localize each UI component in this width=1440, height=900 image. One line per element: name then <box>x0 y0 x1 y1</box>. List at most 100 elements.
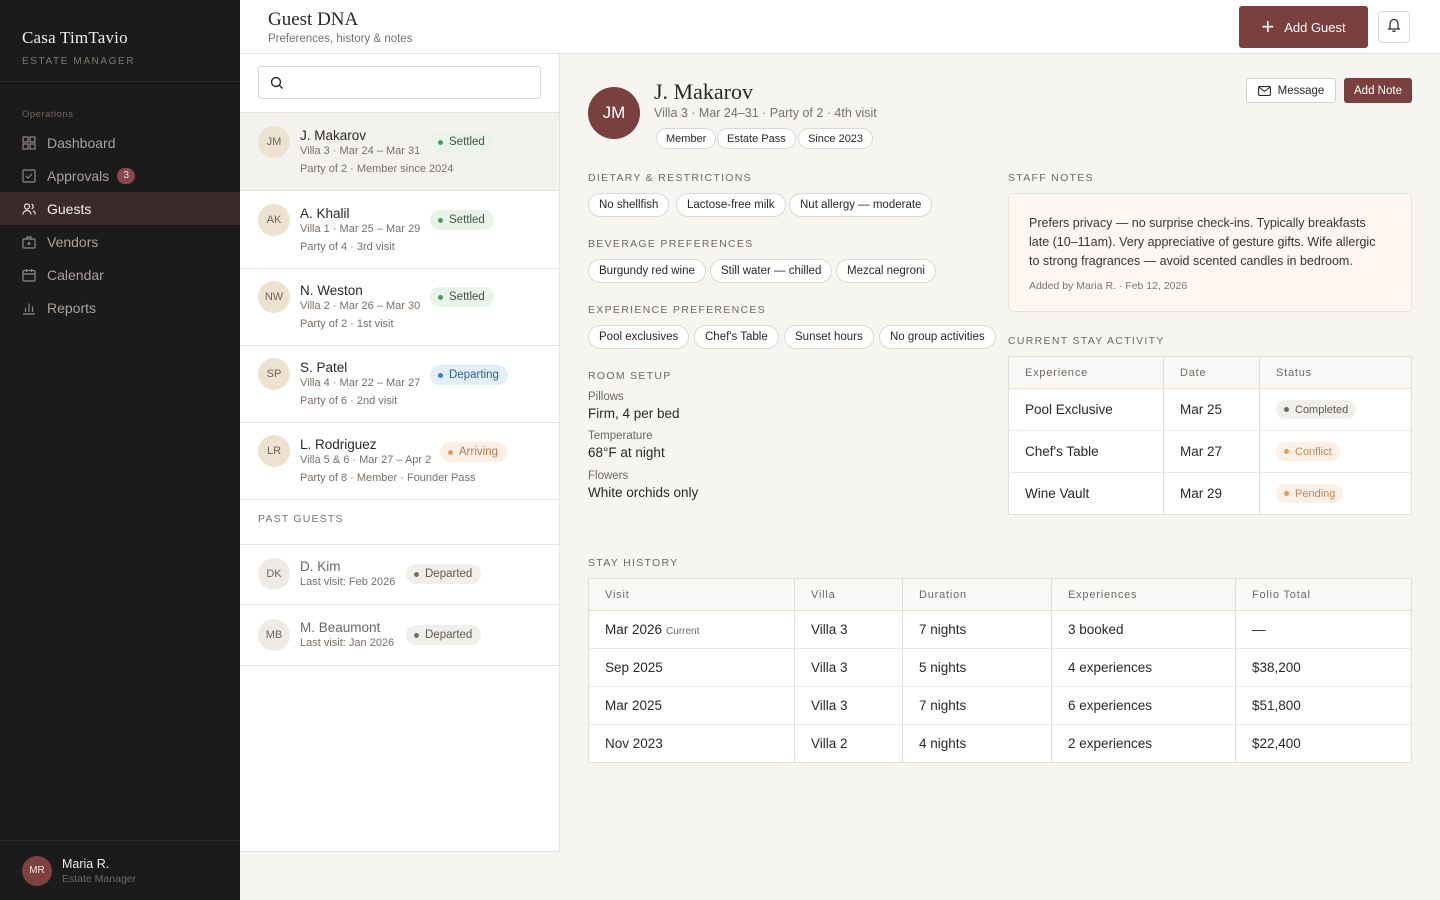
since-tag: Since 2023 <box>798 128 874 149</box>
sidebar-item-label: Calendar <box>47 266 104 283</box>
dietary-chip: Nut allergy — moderate <box>789 193 933 217</box>
table-cell: $51,800 <box>1235 686 1412 725</box>
guest-row-khalil[interactable]: AK A. Khalil Villa 1 · Mar 25 – Mar 29 P… <box>240 191 559 269</box>
stay-history-table: Visit Villa Duration Experiences Folio T… <box>588 578 1412 763</box>
guest-party: Party of 8 · Member · Founder Pass <box>300 472 476 484</box>
table-row[interactable]: Mar 2025 Villa 3 7 nights 6 experiences … <box>588 686 1412 725</box>
table-cell: Villa 3 <box>794 686 903 725</box>
beverage-chip: Still water — chilled <box>710 259 833 283</box>
experience-chip: Chef's Table <box>694 325 779 349</box>
bar-chart-icon <box>22 301 36 315</box>
table-cell: 7 nights <box>902 686 1052 725</box>
dietary-label: DIETARY & RESTRICTIONS <box>588 172 752 184</box>
table-cell: Mar 2026 <box>605 622 663 637</box>
table-cell: Mar 27 <box>1163 430 1260 473</box>
guest-row-beaumont[interactable]: MB M. Beaumont Last visit: Jan 2026 Depa… <box>240 605 559 666</box>
avatar: JM <box>258 126 290 158</box>
add-guest-label: Add Guest <box>1284 19 1346 35</box>
guest-stay: Villa 4 · Mar 22 – Mar 27 <box>300 377 421 389</box>
column-header: Villa <box>794 578 903 611</box>
grid-icon <box>22 135 36 150</box>
activity-label: CURRENT STAY ACTIVITY <box>1008 335 1165 347</box>
table-row[interactable]: Nov 2023 Villa 2 4 nights 2 experiences … <box>588 724 1412 763</box>
users-icon <box>22 202 36 216</box>
avatar: MB <box>258 619 290 651</box>
add-guest-button[interactable]: + Add Guest <box>1239 6 1368 48</box>
guest-name: J. Makarov <box>300 128 367 143</box>
guest-name: L. Rodriguez <box>300 437 377 452</box>
avatar: MR <box>22 855 52 886</box>
avatar: SP <box>258 358 290 390</box>
table-row[interactable]: Mar 2026 Current Villa 3 7 nights 3 booke… <box>588 610 1412 649</box>
status-badge: Departed <box>406 625 482 645</box>
guest-row-makarov[interactable]: JM J. Makarov Villa 3 · Mar 24 – Mar 31 … <box>240 113 559 191</box>
table-cell: Wine Vault <box>1008 472 1164 515</box>
nav-section-label: Operations <box>22 109 74 120</box>
brand-subtitle: ESTATE MANAGER <box>22 56 136 67</box>
sidebar-item-dashboard[interactable]: Dashboard <box>0 126 240 159</box>
staff-notes-text: Prefers privacy — no surprise check-ins.… <box>1029 216 1376 268</box>
dietary-chip: No shellfish <box>588 193 670 217</box>
staff-notes-card: Prefers privacy — no surprise check-ins.… <box>1008 193 1412 312</box>
status-badge: Completed <box>1276 400 1357 419</box>
table-cell: 4 experiences <box>1051 648 1236 687</box>
room-key: Pillows <box>588 391 624 403</box>
sidebar-item-vendors[interactable]: Vendors <box>0 225 240 258</box>
table-cell: — <box>1235 610 1412 649</box>
room-key: Flowers <box>588 470 629 482</box>
beverage-chip: Burgundy red wine <box>588 259 706 283</box>
experience-label: EXPERIENCE PREFERENCES <box>588 304 766 316</box>
table-cell: 4 nights <box>902 724 1052 763</box>
stay-history-label: STAY HISTORY <box>588 557 679 569</box>
guest-row-rodriguez[interactable]: LR L. Rodriguez Villa 5 & 6 · Mar 27 – A… <box>240 422 559 500</box>
bell-icon <box>1387 17 1401 37</box>
table-cell: $38,200 <box>1235 648 1412 687</box>
avatar: DK <box>258 558 290 590</box>
plus-icon: + <box>1261 14 1275 39</box>
table-row[interactable]: Sep 2025 Villa 3 5 nights 4 experiences … <box>588 648 1412 687</box>
sidebar-item-reports[interactable]: Reports <box>0 291 240 324</box>
sidebar-item-calendar[interactable]: Calendar <box>0 258 240 291</box>
table-cell: Villa 2 <box>794 724 903 763</box>
search-icon <box>270 76 284 95</box>
sidebar-item-label: Reports <box>47 299 97 316</box>
guest-name: S. Patel <box>300 360 348 375</box>
room-value: White orchids only <box>588 485 699 500</box>
column-header: Folio Total <box>1235 578 1412 611</box>
table-cell: Nov 2023 <box>588 724 795 763</box>
column-header: Experience <box>1008 356 1164 389</box>
table-cell: 2 experiences <box>1051 724 1236 763</box>
column-header: Status <box>1259 356 1412 389</box>
guest-stay: Villa 1 · Mar 25 – Mar 29 <box>300 223 421 235</box>
notifications-button[interactable] <box>1378 11 1410 43</box>
table-cell: Villa 3 <box>794 648 903 687</box>
column-header: Experiences <box>1051 578 1236 611</box>
search-input[interactable] <box>258 66 541 99</box>
status-badge: Arriving <box>440 442 507 462</box>
guest-row-weston[interactable]: NW N. Weston Villa 2 · Mar 26 – Mar 30 P… <box>240 268 559 346</box>
message-button[interactable]: Message <box>1246 78 1336 103</box>
table-row[interactable]: Pool Exclusive Mar 25 Completed <box>1008 388 1412 431</box>
table-row[interactable]: Wine Vault Mar 29 Pending <box>1008 472 1412 515</box>
status-badge: Departed <box>406 564 482 584</box>
staff-notes-author: Added by Maria R. · Feb 12, 2026 <box>1029 280 1188 292</box>
experience-chip: No group activities <box>879 325 996 349</box>
table-row[interactable]: Chef's Table Mar 27 Conflict <box>1008 430 1412 473</box>
room-key: Temperature <box>588 430 653 442</box>
table-cell: $22,400 <box>1235 724 1412 763</box>
guest-name: A. Khalil <box>300 206 350 221</box>
sidebar-item-guests[interactable]: Guests <box>0 192 240 225</box>
table-cell: Mar 25 <box>1163 388 1260 431</box>
table-cell: Chef's Table <box>1008 430 1164 473</box>
estate-pass-tag: Estate Pass <box>717 128 796 149</box>
mail-icon <box>1257 85 1271 96</box>
sidebar-item-approvals[interactable]: Approvals 3 <box>0 159 240 192</box>
add-note-button[interactable]: Add Note <box>1344 78 1412 103</box>
status-badge: Settled <box>430 210 494 230</box>
guest-row-kim[interactable]: DK D. Kim Last visit: Feb 2026 Departed <box>240 544 559 605</box>
guest-row-patel[interactable]: SP S. Patel Villa 4 · Mar 22 – Mar 27 Pa… <box>240 345 559 423</box>
page-title: Guest DNA <box>268 9 359 30</box>
user-profile[interactable]: MR Maria R. Estate Manager <box>0 840 240 900</box>
status-badge: Conflict <box>1276 442 1340 461</box>
table-cell: 3 booked <box>1051 610 1236 649</box>
